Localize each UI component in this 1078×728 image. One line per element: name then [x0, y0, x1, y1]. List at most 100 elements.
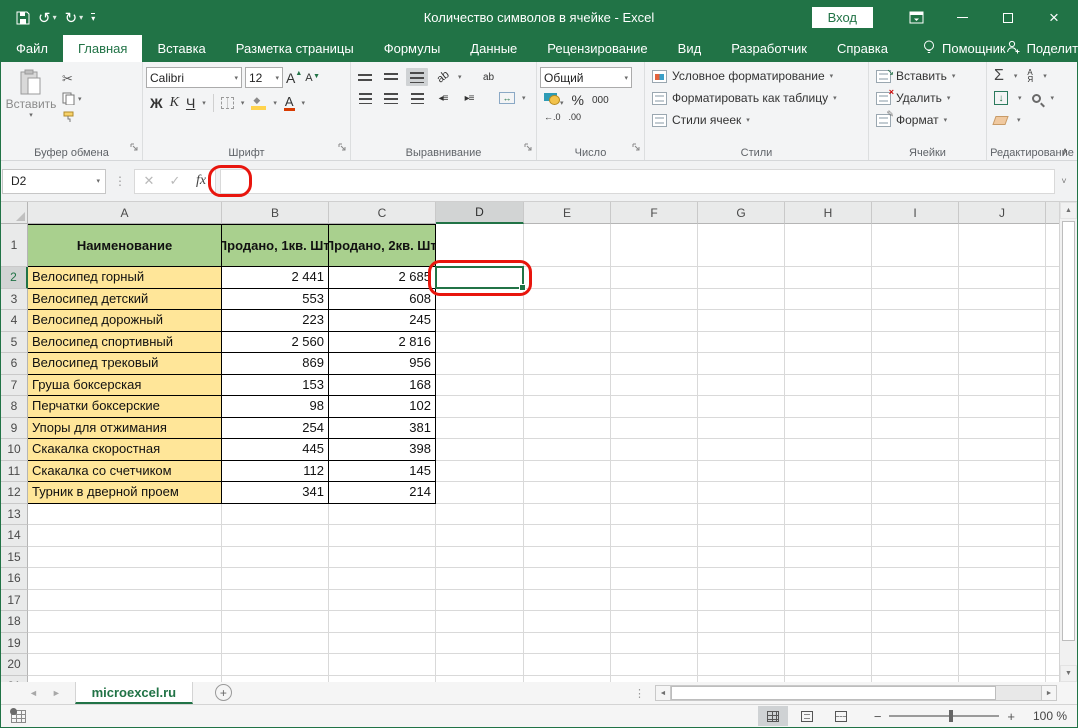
autosum-button[interactable]: Σ [994, 67, 1004, 85]
cell-D18[interactable] [436, 611, 524, 633]
cell-B4[interactable]: 223 [222, 310, 329, 332]
vertical-scrollbar[interactable]: ▲ ▼ [1059, 202, 1077, 682]
cell-A17[interactable] [28, 590, 222, 612]
cell-C13[interactable] [329, 504, 436, 526]
cell-B10[interactable]: 445 [222, 439, 329, 461]
tab-4[interactable]: Формулы [369, 35, 456, 62]
cell-G13[interactable] [698, 504, 785, 526]
cell-B12[interactable]: 341 [222, 482, 329, 504]
cell-C15[interactable] [329, 547, 436, 569]
cell-C3[interactable]: 608 [329, 289, 436, 311]
cells-items-1[interactable]: Удалить▾ [872, 87, 983, 109]
cell-D10[interactable] [436, 439, 524, 461]
cell-C8[interactable]: 102 [329, 396, 436, 418]
cell-H16[interactable] [785, 568, 872, 590]
row-header-13[interactable]: 13 [1, 504, 28, 526]
cell-D1[interactable] [436, 224, 524, 267]
tab-5[interactable]: Данные [455, 35, 532, 62]
cell-F3[interactable] [611, 289, 698, 311]
clear-button[interactable] [992, 116, 1008, 125]
cell-J2[interactable] [959, 267, 1046, 289]
zoom-slider[interactable] [889, 715, 999, 717]
cell-D13[interactable] [436, 504, 524, 526]
row-header-20[interactable]: 20 [1, 654, 28, 676]
cell-I20[interactable] [872, 654, 959, 676]
cell-D4[interactable] [436, 310, 524, 332]
cell-I9[interactable] [872, 418, 959, 440]
scroll-down-arrow[interactable]: ▼ [1060, 665, 1077, 682]
cell-G18[interactable] [698, 611, 785, 633]
cell-D11[interactable] [436, 461, 524, 483]
clipboard-dialog-launcher[interactable] [129, 139, 139, 157]
decrease-decimal-button[interactable]: .00 [569, 113, 582, 121]
cell-E16[interactable] [524, 568, 611, 590]
cell-J8[interactable] [959, 396, 1046, 418]
cell-A12[interactable]: Турник в дверной проем [28, 482, 222, 504]
shrink-font-button[interactable]: A▲ [305, 72, 319, 84]
cell-B20[interactable] [222, 654, 329, 676]
cell-A5[interactable]: Велосипед спортивный [28, 332, 222, 354]
cell-J20[interactable] [959, 654, 1046, 676]
cell-D3[interactable] [436, 289, 524, 311]
cell-H12[interactable] [785, 482, 872, 504]
align-bottom-button[interactable] [406, 68, 428, 86]
cell-A16[interactable] [28, 568, 222, 590]
cells-items-2[interactable]: Формат▾ [872, 109, 983, 131]
cell-E14[interactable] [524, 525, 611, 547]
cell-H11[interactable] [785, 461, 872, 483]
cell-A19[interactable] [28, 633, 222, 655]
column-header-J[interactable]: J [959, 202, 1046, 224]
cell-F8[interactable] [611, 396, 698, 418]
close-button[interactable]: × [1031, 0, 1077, 35]
redo-button[interactable]: ↻▾ [62, 9, 87, 27]
cell-D15[interactable] [436, 547, 524, 569]
column-header-E[interactable]: E [524, 202, 611, 224]
cell-J16[interactable] [959, 568, 1046, 590]
cell-A18[interactable] [28, 611, 222, 633]
cell-B17[interactable] [222, 590, 329, 612]
cell-C14[interactable] [329, 525, 436, 547]
row-header-2[interactable]: 2 [1, 267, 28, 289]
cell-C12[interactable]: 214 [329, 482, 436, 504]
cell-H6[interactable] [785, 353, 872, 375]
page-layout-view-button[interactable] [792, 706, 822, 726]
cell-B11[interactable]: 112 [222, 461, 329, 483]
ribbon-display-options-button[interactable] [893, 0, 939, 35]
row-header-1[interactable]: 1 [1, 224, 28, 267]
borders-button[interactable] [221, 97, 234, 109]
cell-H5[interactable] [785, 332, 872, 354]
cell-A9[interactable]: Упоры для отжимания [28, 418, 222, 440]
row-header-7[interactable]: 7 [1, 375, 28, 397]
underline-button[interactable]: Ч [186, 95, 195, 111]
cell-B5[interactable]: 2 560 [222, 332, 329, 354]
insert-function-button[interactable]: fx [189, 173, 213, 189]
cell-G11[interactable] [698, 461, 785, 483]
cell-C16[interactable] [329, 568, 436, 590]
cell-H2[interactable] [785, 267, 872, 289]
tab-7[interactable]: Вид [663, 35, 717, 62]
cell-A8[interactable]: Перчатки боксерские [28, 396, 222, 418]
cell-F16[interactable] [611, 568, 698, 590]
align-top-button[interactable] [354, 68, 376, 86]
cell-C11[interactable]: 145 [329, 461, 436, 483]
cell-H10[interactable] [785, 439, 872, 461]
cell-F20[interactable] [611, 654, 698, 676]
cell-E19[interactable] [524, 633, 611, 655]
font-dialog-launcher[interactable] [337, 139, 347, 157]
cell-E4[interactable] [524, 310, 611, 332]
column-header-B[interactable]: B [222, 202, 329, 224]
cell-I2[interactable] [872, 267, 959, 289]
cell-D14[interactable] [436, 525, 524, 547]
format-painter-button[interactable] [62, 110, 82, 123]
cell-A14[interactable] [28, 525, 222, 547]
styles-items-0[interactable]: Условное форматирование▾ [648, 65, 865, 87]
row-header-16[interactable]: 16 [1, 568, 28, 590]
row-header-8[interactable]: 8 [1, 396, 28, 418]
cell-B6[interactable]: 869 [222, 353, 329, 375]
tab-8[interactable]: Разработчик [716, 35, 822, 62]
cell-F2[interactable] [611, 267, 698, 289]
cell-I4[interactable] [872, 310, 959, 332]
cell-H15[interactable] [785, 547, 872, 569]
cell-G19[interactable] [698, 633, 785, 655]
tab-0[interactable]: Файл [1, 35, 63, 62]
